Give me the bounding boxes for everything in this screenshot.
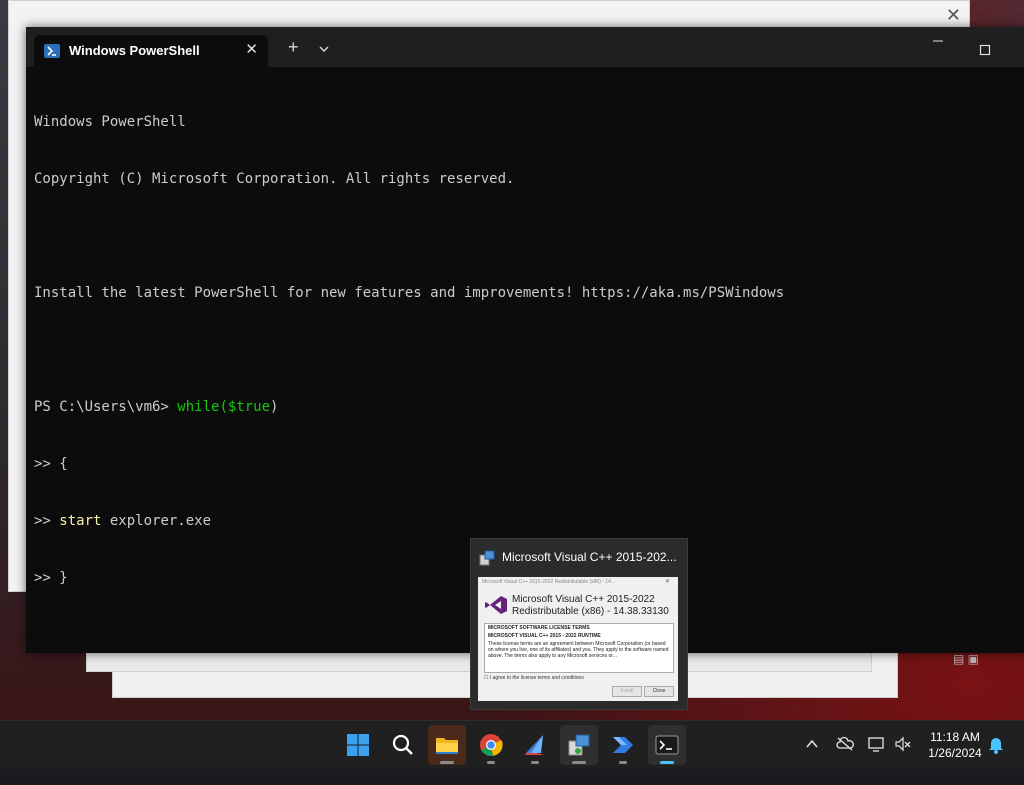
console-line: >> {	[34, 456, 68, 472]
continuation-prompt: >>	[34, 513, 60, 529]
maximize-icon	[979, 44, 991, 56]
new-tab-button[interactable]: +	[288, 37, 299, 58]
tab-windows-powershell[interactable]: Windows PowerShell ✕	[34, 35, 268, 67]
license-text-box[interactable]: MICROSOFT SOFTWARE LICENSE TERMS MICROSO…	[484, 623, 674, 673]
running-indicator	[572, 761, 586, 764]
console-line: Windows PowerShell	[34, 114, 186, 130]
maximize-button[interactable]	[979, 40, 991, 61]
volume-button[interactable]	[894, 736, 912, 784]
taskbar[interactable]: 11:18 AM 1/26/2024	[0, 720, 1024, 769]
notifications-button[interactable]	[988, 736, 1004, 784]
agree-label: I agree to the license terms and conditi…	[489, 675, 584, 681]
sailboat-app-icon	[525, 735, 544, 755]
keyword-start: start	[59, 513, 102, 529]
clock[interactable]: 11:18 AM 1/26/2024	[918, 729, 992, 761]
show-hidden-icons-button[interactable]	[805, 737, 819, 785]
install-button[interactable]: Install	[612, 686, 642, 697]
console-line: Copyright (C) Microsoft Corporation. All…	[34, 171, 515, 187]
cloud-offline-icon	[836, 736, 854, 751]
powershell-icon	[44, 44, 60, 58]
terminal-button[interactable]	[648, 725, 686, 765]
chevron-up-icon	[806, 739, 818, 748]
license-text: These license terms are an agreement bet…	[488, 641, 669, 659]
network-icon	[868, 737, 884, 752]
installer-icon	[479, 550, 495, 566]
license-heading-2: MICROSOFT VISUAL C++ 2015 - 2022 RUNTIME	[488, 633, 601, 639]
thumbnail-title: Microsoft Visual C++ 2015-202...	[502, 550, 677, 564]
minimize-button[interactable]	[932, 33, 944, 49]
running-indicator	[440, 761, 454, 764]
mini-window-title: Microsoft Visual C++ 2015-2022 Redistrib…	[482, 579, 616, 585]
running-indicator	[619, 761, 627, 764]
background-window-view-icons[interactable]: ▤ ▣	[953, 652, 993, 666]
agree-checkbox-label[interactable]: ☐ I agree to the license terms and condi…	[484, 675, 584, 681]
running-indicator	[660, 761, 674, 764]
keyword-while: while	[177, 399, 220, 415]
minimize-icon	[933, 40, 943, 42]
onedrive-status-button[interactable]	[836, 736, 854, 784]
search-button[interactable]	[384, 725, 422, 765]
file-explorer-button[interactable]	[428, 725, 466, 765]
close-button[interactable]: Close	[644, 686, 674, 697]
bell-icon	[989, 738, 1003, 754]
paren: )	[270, 399, 279, 415]
tab-title: Windows PowerShell	[69, 43, 200, 58]
thumbnail-window-preview[interactable]: Microsoft Visual C++ 2015-2022 Redistrib…	[478, 577, 678, 701]
mini-close-icon: ✕	[664, 579, 670, 585]
product-name: Microsoft Visual C++ 2015-2022 Redistrib…	[512, 594, 669, 618]
visual-studio-logo-icon	[484, 595, 508, 615]
file-explorer-icon	[436, 738, 458, 754]
installer-icon	[568, 734, 590, 756]
start-icon	[347, 734, 369, 756]
volume-muted-icon	[895, 736, 911, 752]
close-tab-icon[interactable]: ✕	[245, 40, 258, 58]
terminal-titlebar[interactable]: Windows PowerShell ✕ +	[26, 27, 1024, 67]
console-line: Install the latest PowerShell for new fe…	[34, 285, 785, 301]
tab-dropdown-button[interactable]	[318, 39, 330, 60]
chrome-button[interactable]	[472, 725, 510, 765]
argument: explorer.exe	[101, 513, 212, 529]
running-indicator	[531, 761, 539, 764]
chevron-down-icon	[319, 46, 329, 52]
prompt: PS C:\Users\vm6>	[34, 399, 178, 415]
power-automate-button[interactable]	[604, 725, 642, 765]
product-line-2: Redistributable (x86) - 14.38.33130	[512, 606, 669, 617]
terminal-icon	[655, 735, 679, 755]
start-button[interactable]	[339, 725, 377, 765]
sailboat-app-button[interactable]	[516, 725, 554, 765]
background-window-close-button[interactable]: ✕	[946, 5, 961, 26]
condition: ($true	[219, 399, 271, 415]
installer-button[interactable]	[560, 725, 598, 765]
network-button[interactable]	[868, 736, 886, 784]
clock-time: 11:18 AM	[930, 730, 980, 744]
product-line-1: Microsoft Visual C++ 2015-2022	[512, 594, 655, 605]
running-indicator	[487, 761, 495, 764]
license-heading-1: MICROSOFT SOFTWARE LICENSE TERMS	[488, 625, 590, 631]
console-command-line: >> start explorer.exe	[34, 512, 1016, 531]
clock-date: 1/26/2024	[928, 746, 982, 760]
chrome-icon	[480, 734, 503, 756]
search-icon	[392, 734, 413, 755]
power-automate-icon	[613, 737, 633, 753]
taskbar-thumbnail-preview[interactable]: Microsoft Visual C++ 2015-202... Microso…	[470, 538, 688, 710]
console-command-line: PS C:\Users\vm6> while($true)	[34, 398, 1016, 417]
